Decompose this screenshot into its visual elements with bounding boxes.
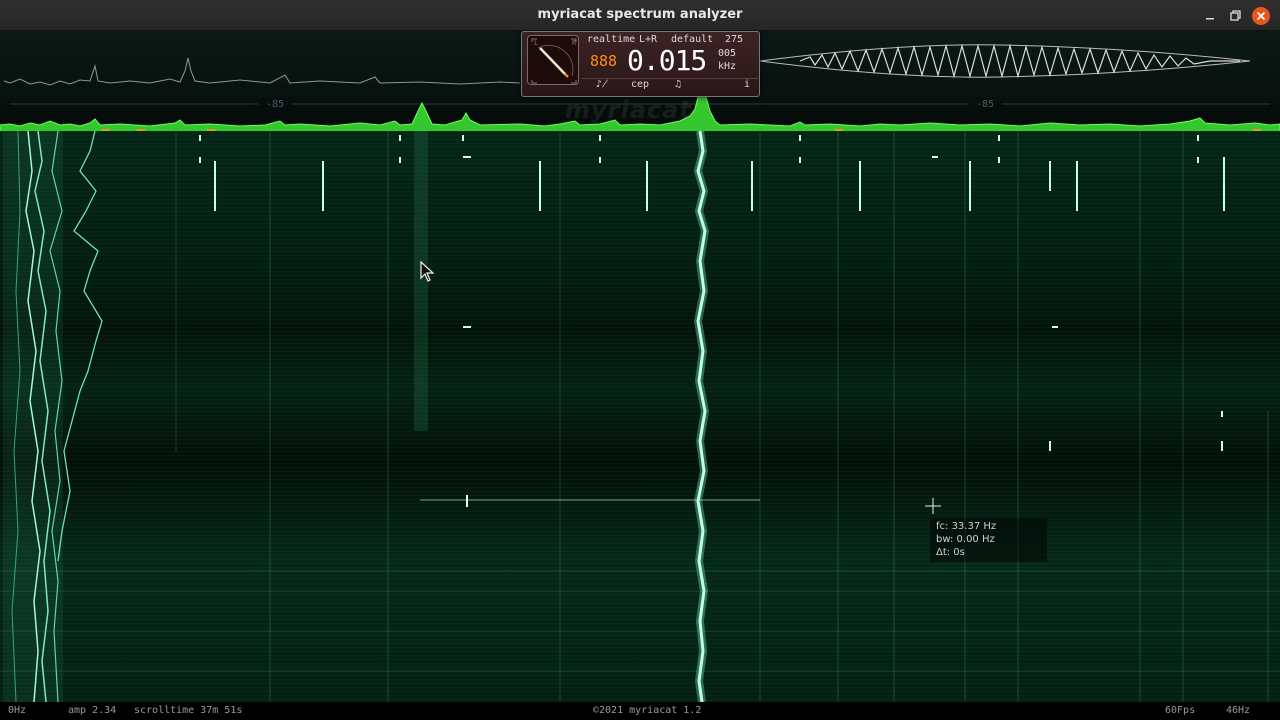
readout-bw: bw: 0.00 Hz (936, 534, 995, 545)
control-panel: L R realtime L+R default 275 888 0.015 0… (521, 31, 760, 97)
status-max-frequency: 46Hz (1226, 705, 1251, 716)
watermark-logo: myriacat (565, 96, 692, 124)
db-level-left: -85 (266, 99, 285, 110)
frequency-display: 0.015 (627, 44, 707, 77)
level-meter[interactable]: L R (527, 35, 579, 85)
status-fps: 60Fps (1165, 705, 1196, 716)
left-spectrum-trace (3, 57, 521, 86)
cursor-readout: fc: 33.37 Hz bw: 0.00 Hz Δt: 0s (930, 518, 1047, 562)
crosshair-icon (925, 498, 941, 514)
maximize-button[interactable] (1225, 6, 1245, 26)
window-title: myriacat spectrum analyzer (537, 7, 743, 22)
tuning-toggle-button[interactable]: ♪̸ (592, 79, 612, 93)
analyzer-area[interactable]: -85 -85 myriacat L R realtime L+R defaul… (0, 31, 1280, 720)
mouse-pointer-icon (420, 261, 435, 282)
waveform-preview (759, 43, 1251, 79)
title-bar: myriacat spectrum analyzer (0, 0, 1280, 31)
close-icon (1252, 7, 1270, 25)
status-min-frequency: 0Hz (8, 705, 27, 716)
minimize-button[interactable] (1200, 6, 1220, 26)
minimize-icon (1206, 18, 1214, 20)
note-mode-button[interactable]: ♫ (669, 79, 687, 93)
count-value: 275 (725, 34, 744, 45)
readout-dt: Δt: 0s (936, 547, 965, 558)
spectrogram-traces (0, 131, 1280, 702)
segment-digit: 888 (590, 52, 618, 70)
db-level-right: -85 (976, 99, 995, 110)
svg-text:L: L (534, 39, 538, 47)
close-button[interactable] (1251, 6, 1271, 26)
cepstrum-button[interactable]: cep (625, 79, 655, 93)
restore-icon (1230, 10, 1241, 21)
status-scrolltime: scrolltime 37m 51s (134, 705, 243, 716)
frequency-sub-value: 005 (718, 48, 737, 59)
readout-fc: fc: 33.37 Hz (936, 521, 997, 532)
status-amplitude: amp 2.34 (68, 705, 117, 716)
status-bar: 0Hz amp 2.34 scrolltime 37m 51s ©2021 my… (0, 702, 1280, 720)
meter-needle-icon: L R (531, 38, 577, 84)
info-button[interactable]: i (740, 79, 754, 93)
frequency-unit: kHz (718, 61, 737, 72)
status-copyright: ©2021 myriacat 1.2 (593, 705, 702, 716)
spectrogram-waterfall[interactable] (0, 131, 1280, 702)
